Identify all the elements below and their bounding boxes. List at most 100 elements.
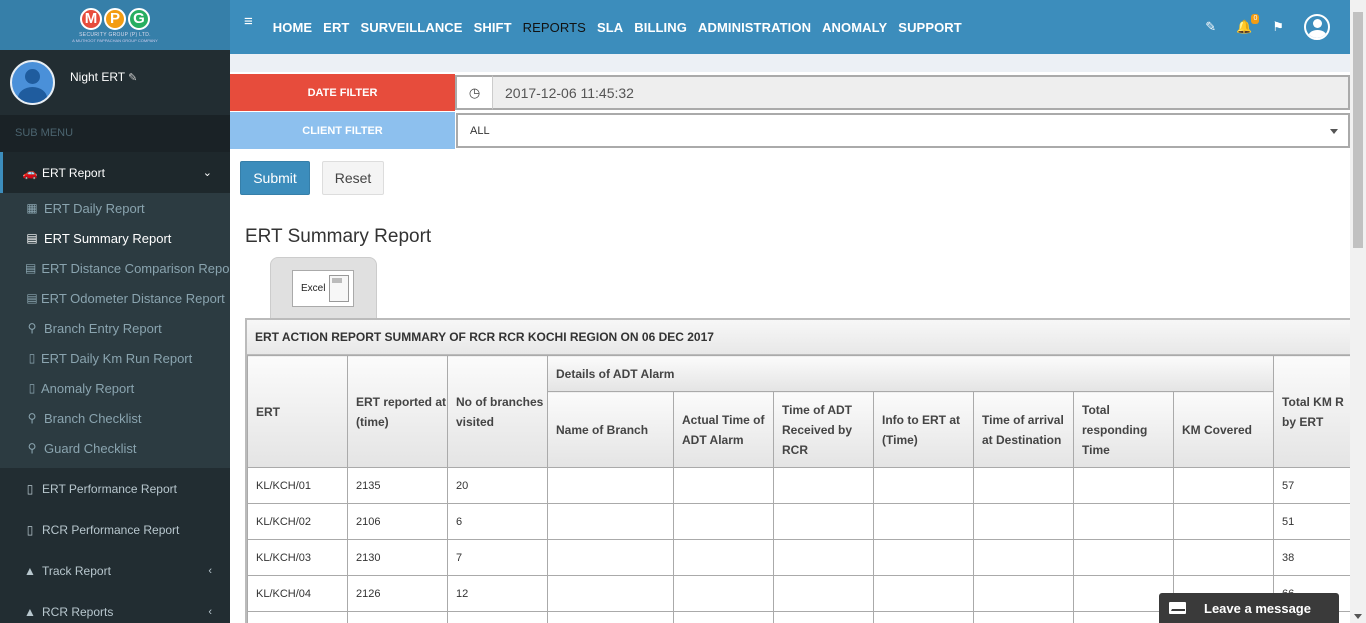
export-tab: Excel <box>270 257 377 327</box>
cell-empty <box>547 467 674 504</box>
sidebar-item-branch-entry[interactable]: ⚲ Branch Entry Report <box>0 313 230 343</box>
page-scrollbar[interactable] <box>1350 0 1366 623</box>
flag-icon[interactable]: ⚑ <box>1272 19 1284 35</box>
sidebar-item-ert-daily-report[interactable]: ▦ ERT Daily Report <box>0 193 230 223</box>
hamburger-menu-icon[interactable]: ≡ <box>244 13 253 30</box>
user-panel: Night ERT ✎ <box>0 50 230 115</box>
chat-label: Leave a message <box>1204 600 1311 616</box>
sidebar-item-label: ERT Daily Report <box>44 200 145 216</box>
road-icon: ▲ <box>24 604 36 619</box>
cell-empty <box>973 575 1074 612</box>
sidebar-item-ert-performance[interactable]: ▯ ERT Performance Report <box>0 468 230 509</box>
sidebar-item-label: Track Report <box>42 563 111 578</box>
excel-label: Excel <box>301 283 326 294</box>
chevron-down-icon: ⌄ <box>202 167 212 179</box>
header-total-km[interactable]: Total KM R by ERT <box>1273 355 1350 468</box>
file-icon: ▯ <box>26 481 34 496</box>
sidebar-item-anomaly-report[interactable]: ▯ Anomaly Report <box>0 373 230 403</box>
sidebar-item-ert-distance-comparison[interactable]: ▤ ERT Distance Comparison Report <box>0 253 230 283</box>
menu-sla[interactable]: SLA <box>597 20 623 35</box>
chat-widget[interactable]: Leave a message <box>1159 593 1339 623</box>
cell-branches: 12 <box>447 575 548 612</box>
header-branches[interactable]: No of branches visited <box>447 355 548 468</box>
cell-empty <box>673 539 774 576</box>
cell-empty <box>547 503 674 540</box>
cell-empty <box>773 611 874 623</box>
cell-ert: KL/KCH/01 <box>247 467 348 504</box>
header-reported[interactable]: ERT reported at (time) <box>347 355 448 468</box>
chevron-left-icon: ‹ <box>208 605 212 618</box>
cell-empty <box>973 539 1074 576</box>
scroll-down-arrow-icon[interactable] <box>1354 614 1362 619</box>
header-name-branch[interactable]: Name of Branch <box>547 391 674 468</box>
user-menu-avatar[interactable] <box>1304 14 1330 40</box>
client-filter-select[interactable]: ALL <box>456 113 1350 148</box>
cell-empty <box>773 575 874 612</box>
sidebar-item-label: Guard Checklist <box>44 440 137 456</box>
map-marker-icon: ⚲ <box>27 441 37 455</box>
menu-reports[interactable]: REPORTS <box>523 20 586 35</box>
edit-profile-icon[interactable]: ✎ <box>128 72 137 84</box>
notification-badge: 0 <box>1251 14 1260 24</box>
cell-ert: KL/KCH/03 <box>247 539 348 576</box>
cell-empty <box>673 575 774 612</box>
header-actual-time[interactable]: Actual Time of ADT Alarm <box>673 391 774 468</box>
cell-branches: 6 <box>447 503 548 540</box>
header-info-ert[interactable]: Info to ERT at (Time) <box>873 391 974 468</box>
sidebar-item-ert-daily-km[interactable]: ▯ ERT Daily Km Run Report <box>0 343 230 373</box>
sidebar-item-guard-checklist[interactable]: ⚲ Guard Checklist <box>0 433 230 463</box>
menu-anomaly[interactable]: ANOMALY <box>822 20 887 35</box>
header-responding[interactable]: Total responding Time <box>1073 391 1174 468</box>
main-menu: HOME ERT SURVEILLANCE SHIFT REPORTS SLA … <box>273 20 973 35</box>
sidebar-item-ert-report[interactable]: 🚗 ERT Report ⌄ <box>0 152 230 193</box>
sidebar-item-label: ERT Report <box>42 165 105 180</box>
menu-support[interactable]: SUPPORT <box>898 20 962 35</box>
logo-letters: M P G <box>80 7 150 30</box>
logo[interactable]: M P G SECURITY GROUP (P) LTD. A MUTHOOT … <box>0 0 230 50</box>
table-row: KL/KCH/03 2130 7 38 <box>247 539 1350 576</box>
logo-letter-p: P <box>104 7 126 30</box>
menu-billing[interactable]: BILLING <box>634 20 687 35</box>
header-ert[interactable]: ERT <box>247 355 348 468</box>
sidebar-item-branch-checklist[interactable]: ⚲ Branch Checklist <box>0 403 230 433</box>
menu-shift[interactable]: SHIFT <box>474 20 512 35</box>
cell-empty <box>773 503 874 540</box>
date-filter-row: DATE FILTER ◷ 2017-12-06 11:45:32 <box>230 74 1350 111</box>
cell-empty <box>1073 503 1174 540</box>
sidebar-item-rcr-performance[interactable]: ▯ RCR Performance Report <box>0 509 230 550</box>
header-time-received[interactable]: Time of ADT Received by RCR <box>773 391 874 468</box>
cell-empty <box>873 539 974 576</box>
cell-empty <box>873 611 974 623</box>
sidebar-item-ert-summary-report[interactable]: ▤ ERT Summary Report <box>0 223 230 253</box>
submit-button[interactable]: Submit <box>240 161 310 195</box>
bell-icon[interactable]: 🔔 0 <box>1236 14 1260 35</box>
header-km-covered[interactable]: KM Covered <box>1172 391 1275 468</box>
sidebar-item-track-report[interactable]: ▲ Track Report ‹ <box>0 550 230 591</box>
reset-button[interactable]: Reset <box>322 161 384 195</box>
logo-letter-g: G <box>128 7 150 30</box>
menu-ert[interactable]: ERT <box>323 20 349 35</box>
file-text-icon: ▤ <box>26 231 38 245</box>
menu-surveillance[interactable]: SURVEILLANCE <box>360 20 462 35</box>
logo-letter-m: M <box>80 7 102 30</box>
client-filter-row: CLIENT FILTER ALL <box>230 112 1350 149</box>
sidebar-item-label: RCR Reports <box>42 604 114 619</box>
report-table-title: ERT ACTION REPORT SUMMARY OF RCR RCR KOC… <box>247 320 1350 355</box>
excel-export-button[interactable]: Excel <box>292 270 354 307</box>
cell-empty <box>873 503 974 540</box>
sidebar-item-label: ERT Summary Report <box>44 230 172 246</box>
file-icon: ▯ <box>28 351 36 365</box>
scrollbar-thumb[interactable] <box>1353 12 1363 248</box>
file-icon: ▯ <box>28 381 36 395</box>
menu-home[interactable]: HOME <box>273 20 312 35</box>
clock-icon[interactable]: ◷ <box>455 75 493 110</box>
ert-report-submenu: ▦ ERT Daily Report ▤ ERT Summary Report ▤ E… <box>0 193 230 468</box>
edit-icon[interactable]: ✎ <box>1205 19 1216 35</box>
sidebar-item-label: ERT Performance Report <box>42 481 177 496</box>
sidebar-item-ert-odometer[interactable]: ▤ ERT Odometer Distance Report <box>0 283 230 313</box>
menu-administration[interactable]: ADMINISTRATION <box>698 20 811 35</box>
date-filter-input[interactable]: 2017-12-06 11:45:32 <box>493 75 1350 110</box>
sidebar-item-label: ERT Distance Comparison Report <box>41 260 230 276</box>
header-arrival[interactable]: Time of arrival at Destination <box>973 391 1074 468</box>
sidebar-item-rcr-reports[interactable]: ▲ RCR Reports ‹ <box>0 591 230 623</box>
